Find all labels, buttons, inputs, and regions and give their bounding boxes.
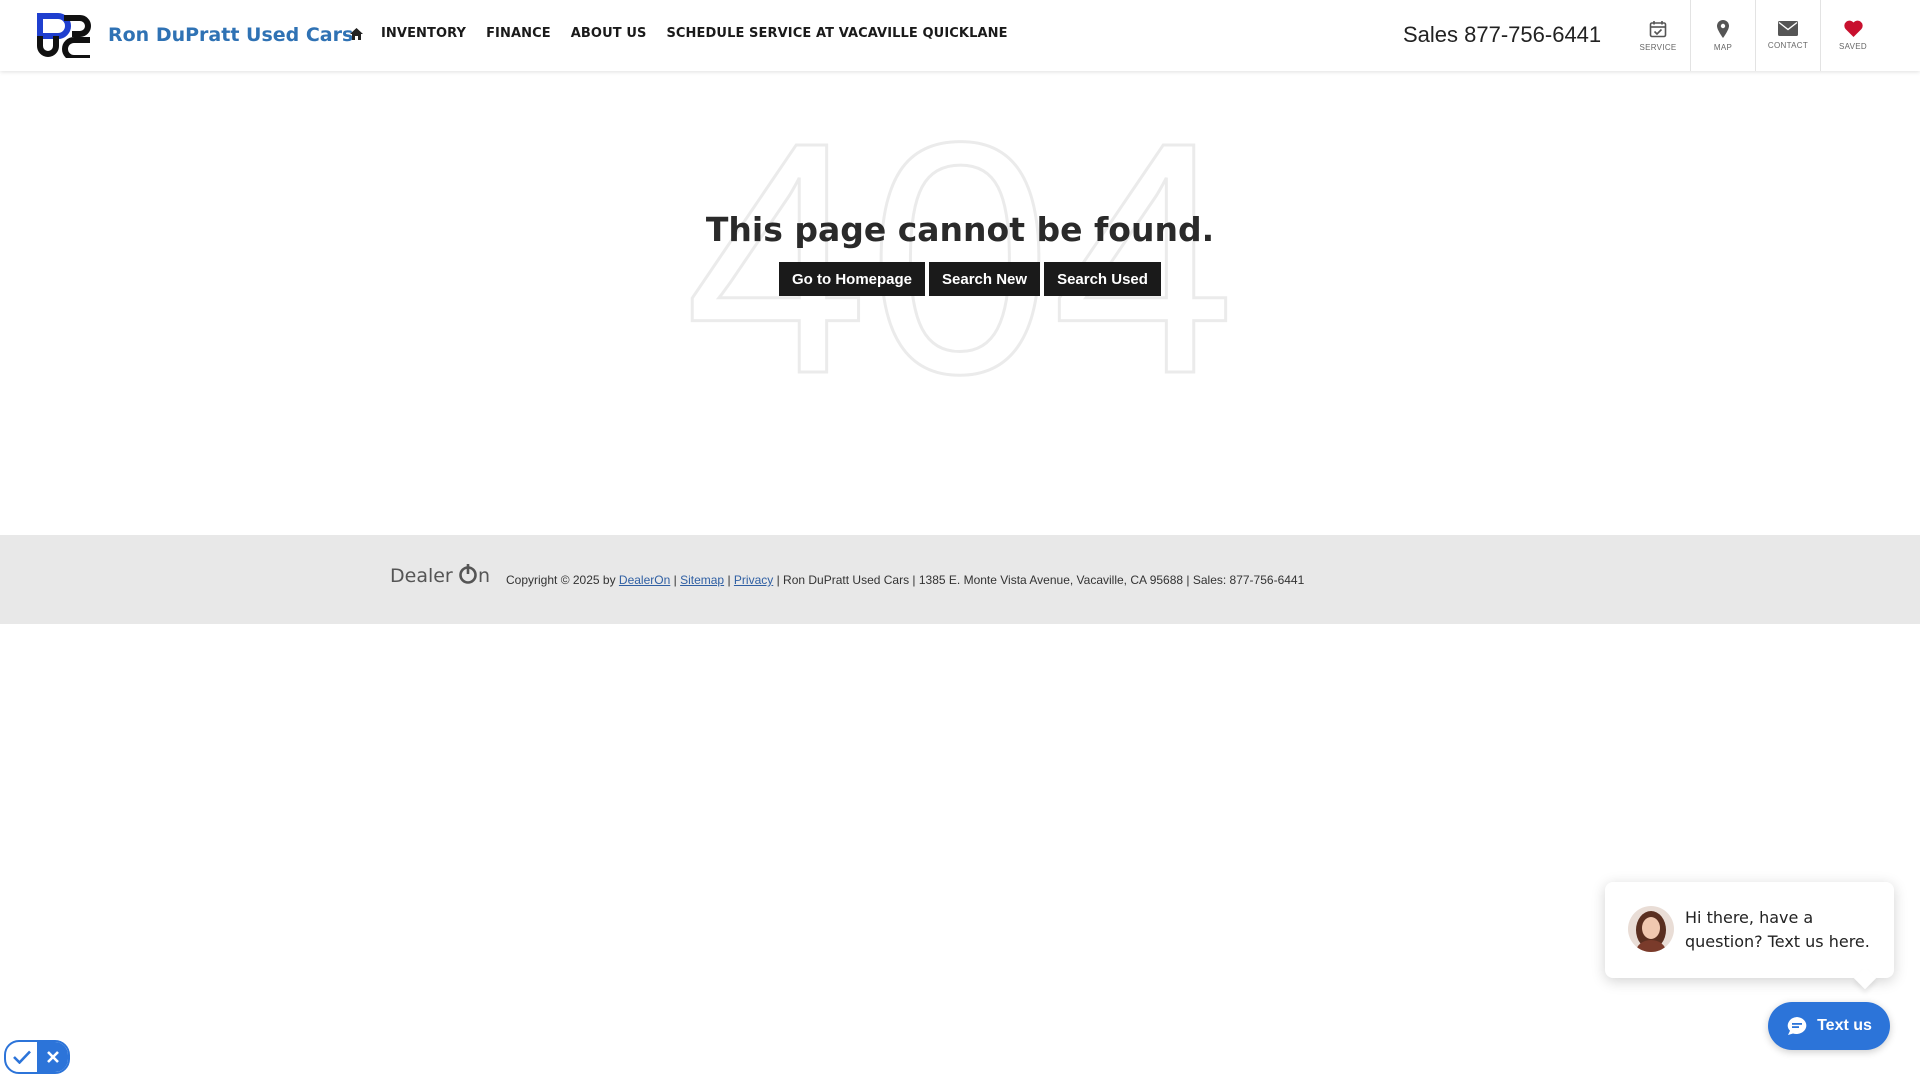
envelope-icon <box>1778 21 1798 36</box>
copyright-text: Copyright © 2025 by <box>506 573 616 587</box>
nav-inventory[interactable]: INVENTORY <box>381 26 466 41</box>
check-icon <box>6 1042 37 1072</box>
chat-bubble-tail <box>1853 966 1877 990</box>
saved-button[interactable]: SAVED <box>1820 0 1885 71</box>
saved-label: SAVED <box>1838 42 1868 51</box>
page-title: This page cannot be found. <box>705 210 1215 249</box>
text-us-button[interactable]: Text us <box>1768 1002 1890 1050</box>
privacy-link[interactable]: Privacy <box>734 573 773 587</box>
404-watermark-text: 404 <box>685 100 1236 400</box>
dealeron-logo[interactable]: Dealer n <box>390 563 492 587</box>
nav-about-us[interactable]: ABOUT US <box>571 26 647 41</box>
dealer-logo[interactable] <box>34 12 94 58</box>
search-new-button[interactable]: Search New <box>929 262 1041 296</box>
dealer-info: Ron DuPratt Used Cars | 1385 E. Monte Vi… <box>783 573 1305 587</box>
dealer-name[interactable]: Ron DuPratt Used Cars <box>108 24 353 46</box>
map-label: MAP <box>1713 42 1733 52</box>
service-button[interactable]: SERVICE <box>1626 0 1690 71</box>
map-button[interactable]: MAP <box>1690 0 1755 71</box>
heart-icon <box>1843 20 1863 37</box>
action-buttons: Go to Homepage Search New Search Used <box>779 262 1165 296</box>
map-pin-icon <box>1717 19 1729 38</box>
text-us-label: Text us <box>1817 1017 1872 1034</box>
site-footer: Dealer n Copyright © 2025 by DealerOn | … <box>0 535 1920 624</box>
nav-schedule-service[interactable]: SCHEDULE SERVICE AT VACAVILLE QUICKLANE <box>666 26 1007 41</box>
site-header: Ron DuPratt Used Cars INVENTORY FINANCE … <box>0 0 1920 71</box>
svg-text:Dealer: Dealer <box>390 565 453 587</box>
404-watermark: 404 <box>683 100 1237 400</box>
agent-avatar <box>1628 906 1674 952</box>
contact-button[interactable]: CONTACT <box>1755 0 1820 71</box>
search-used-button[interactable]: Search Used <box>1044 262 1161 296</box>
chat-bubble[interactable]: Hi there, have a question? Text us here. <box>1605 882 1894 990</box>
chat-icon <box>1786 1016 1808 1036</box>
main-nav: INVENTORY FINANCE ABOUT US SCHEDULE SERV… <box>350 26 1028 41</box>
sitemap-link[interactable]: Sitemap <box>680 573 724 587</box>
utility-icons: SERVICE MAP CONTACT SAVED <box>1626 0 1885 71</box>
svg-text:n: n <box>478 565 490 587</box>
service-label: SERVICE <box>1639 42 1677 52</box>
calendar-check-icon <box>1649 20 1667 37</box>
chat-message: Hi there, have a question? Text us here. <box>1685 908 1870 951</box>
footer-text: Copyright © 2025 by DealerOn | Sitemap |… <box>506 573 1305 587</box>
go-to-homepage-button[interactable]: Go to Homepage <box>779 262 926 296</box>
contact-label: CONTACT <box>1767 41 1809 50</box>
accessibility-toggle[interactable] <box>4 1040 70 1074</box>
close-icon <box>37 1042 68 1072</box>
sales-phone[interactable]: Sales 877-756-6441 <box>1403 22 1601 48</box>
nav-finance[interactable]: FINANCE <box>486 26 551 41</box>
home-icon[interactable] <box>350 27 363 40</box>
dealeron-link[interactable]: DealerOn <box>619 573 670 587</box>
